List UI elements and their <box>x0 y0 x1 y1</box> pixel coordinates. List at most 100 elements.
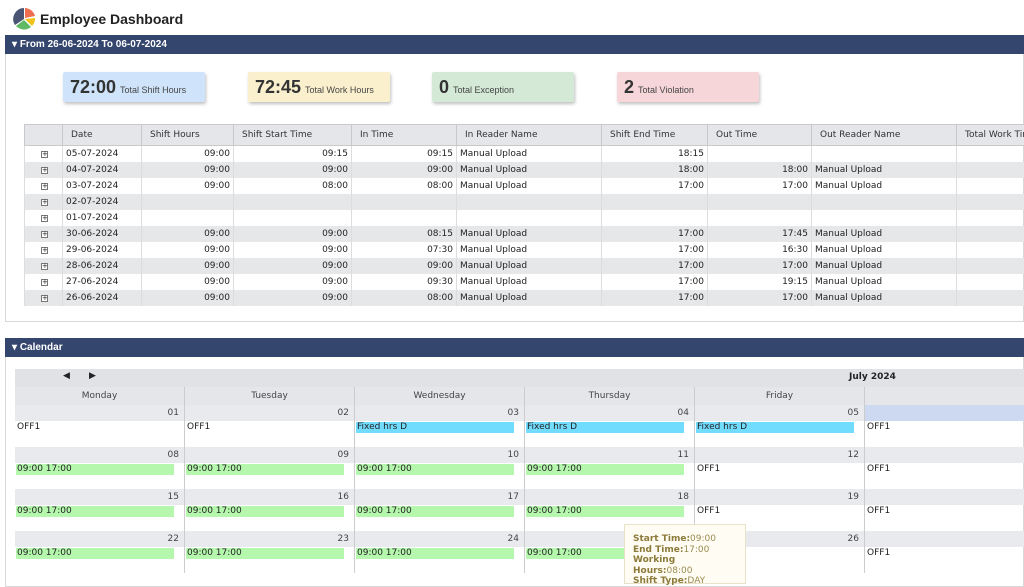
expand-row-icon[interactable]: + <box>41 167 48 174</box>
expand-row-icon[interactable]: + <box>41 231 48 238</box>
calendar-day-cell[interactable]: 03Fixed hrs D <box>355 405 525 447</box>
shift-event[interactable]: 09:00 17:00 <box>186 548 344 559</box>
calendar-day-cell[interactable]: 1709:00 17:00 <box>355 489 525 531</box>
day-header: Thursday <box>525 387 695 405</box>
calendar-day-cell[interactable]: 2309:00 17:00 <box>185 531 355 573</box>
expand-row-icon[interactable]: + <box>41 279 48 286</box>
expand-row-icon[interactable]: + <box>41 183 48 190</box>
expand-row-icon[interactable]: + <box>41 263 48 270</box>
table-row[interactable]: +04-07-202409:0009:0009:00Manual Upload1… <box>25 162 1024 178</box>
column-header[interactable]: Date <box>63 125 142 146</box>
shift-event[interactable]: OFF1 <box>186 422 344 433</box>
calendar-day-cell[interactable]: 04Fixed hrs D <box>525 405 695 447</box>
tooltip-line: Start Time:09:00 <box>633 534 737 545</box>
column-header[interactable]: In Reader Name <box>457 125 602 146</box>
shift-event[interactable]: 09:00 17:00 <box>356 506 514 517</box>
calendar-day-cell[interactable]: 05Fixed hrs D <box>695 405 865 447</box>
shift-event[interactable]: OFF1 <box>866 548 1024 559</box>
table-row[interactable]: +30-06-202409:0009:0008:15Manual Upload1… <box>25 226 1024 242</box>
shift-event[interactable]: 09:00 17:00 <box>16 548 174 559</box>
expand-row-icon[interactable]: + <box>41 151 48 158</box>
shift-event[interactable]: 09:00 17:00 <box>186 506 344 517</box>
calendar-month-label: July 2024 <box>849 372 896 382</box>
column-header[interactable]: Out Time <box>708 125 812 146</box>
calendar-day-cell[interactable]: 12OFF1 <box>695 447 865 489</box>
shift-event[interactable]: Fixed hrs D <box>696 422 854 433</box>
calendar-day-cell[interactable]: 1509:00 17:00 <box>15 489 185 531</box>
table-row[interactable]: +26-06-202409:0009:0008:00Manual Upload1… <box>25 290 1024 306</box>
expand-row-icon[interactable]: + <box>41 247 48 254</box>
date-range-panel-header[interactable]: ▾ From 26-06-2024 To 06-07-2024 <box>5 35 1024 54</box>
table-cell: 09:00 <box>142 274 234 290</box>
calendar-day-cell[interactable]: 01OFF1 <box>15 405 185 447</box>
table-cell: 17:45 <box>708 226 812 242</box>
column-header[interactable]: In Time <box>352 125 457 146</box>
column-header[interactable]: Total Work Time <box>957 125 1024 146</box>
column-header[interactable]: Shift Hours <box>142 125 234 146</box>
expand-cell[interactable]: + <box>25 274 63 290</box>
calendar-day-cell[interactable]: 2409:00 17:00 <box>355 531 525 573</box>
calendar-day-cell[interactable]: OFF1 <box>865 447 1024 489</box>
shift-event[interactable]: 09:00 17:00 <box>356 548 514 559</box>
expand-cell[interactable]: + <box>25 146 63 162</box>
shift-event[interactable]: OFF1 <box>866 422 1024 433</box>
column-header[interactable]: Shift Start Time <box>234 125 352 146</box>
expand-cell[interactable]: + <box>25 290 63 306</box>
expand-cell[interactable]: + <box>25 242 63 258</box>
shift-event[interactable]: 09:00 17:00 <box>16 506 174 517</box>
expand-cell[interactable]: + <box>25 162 63 178</box>
calendar-day-cell[interactable]: 1109:00 17:00 <box>525 447 695 489</box>
next-month-button[interactable]: ▶ <box>89 371 96 381</box>
table-cell: Manual Upload <box>812 274 957 290</box>
shift-event[interactable]: Fixed hrs D <box>356 422 514 433</box>
shift-event[interactable]: 09:00 17:00 <box>16 464 174 475</box>
calendar-day-cell[interactable]: OFF1 <box>865 489 1024 531</box>
day-header: Wednesday <box>355 387 525 405</box>
table-cell: 29-06-2024 <box>63 242 142 258</box>
shift-event[interactable]: OFF1 <box>16 422 174 433</box>
shift-event[interactable]: 09:00 17:00 <box>186 464 344 475</box>
table-row[interactable]: +03-07-202409:0008:0008:00Manual Upload1… <box>25 178 1024 194</box>
calendar-day-cell[interactable]: 0809:00 17:00 <box>15 447 185 489</box>
table-row[interactable]: +05-07-202409:0009:1509:15Manual Upload1… <box>25 146 1024 162</box>
shift-event[interactable]: 09:00 17:00 <box>526 464 684 475</box>
column-header[interactable]: Shift End Time <box>602 125 708 146</box>
table-row[interactable]: +28-06-202409:0009:0009:00Manual Upload1… <box>25 258 1024 274</box>
shift-event[interactable]: OFF1 <box>696 506 854 517</box>
shift-event[interactable]: OFF1 <box>696 464 854 475</box>
calendar-day-cell[interactable]: OFF1 <box>865 531 1024 573</box>
card-label: Total Work Hours <box>305 85 374 95</box>
calendar-panel-header[interactable]: ▾ Calendar <box>5 338 1024 357</box>
shift-event[interactable]: 09:00 17:00 <box>526 506 684 517</box>
calendar-day-cell[interactable]: 1009:00 17:00 <box>355 447 525 489</box>
shift-event[interactable]: 09:00 17:00 <box>356 464 514 475</box>
shift-event[interactable]: OFF1 <box>866 506 1024 517</box>
expand-cell[interactable]: + <box>25 178 63 194</box>
expand-cell[interactable]: + <box>25 258 63 274</box>
expand-row-icon[interactable]: + <box>41 199 48 206</box>
table-row[interactable]: +01-07-2024 <box>25 210 1024 226</box>
calendar-day-cell[interactable]: 1609:00 17:00 <box>185 489 355 531</box>
table-cell <box>957 210 1024 226</box>
prev-month-button[interactable]: ◀ <box>63 371 70 381</box>
shift-event[interactable]: OFF1 <box>866 464 1024 475</box>
table-cell: 09:00 <box>234 290 352 306</box>
table-row[interactable]: +02-07-2024 <box>25 194 1024 210</box>
calendar-day-cell[interactable]: 02OFF1 <box>185 405 355 447</box>
column-header[interactable]: Out Reader Name <box>812 125 957 146</box>
shift-event[interactable]: Fixed hrs D <box>526 422 684 433</box>
expand-row-icon[interactable]: + <box>41 215 48 222</box>
day-number: 16 <box>185 489 354 505</box>
expand-row-icon[interactable]: + <box>41 295 48 302</box>
calendar-day-cell[interactable]: 2209:00 17:00 <box>15 531 185 573</box>
card-label: Total Shift Hours <box>120 85 186 95</box>
table-row[interactable]: +27-06-202409:0009:0009:30Manual Upload1… <box>25 274 1024 290</box>
expand-cell[interactable]: + <box>25 226 63 242</box>
expand-cell[interactable]: + <box>25 194 63 210</box>
calendar-day-cell[interactable]: OFF1 <box>865 405 1024 447</box>
day-number: 12 <box>695 447 864 463</box>
calendar-day-cell[interactable]: 0909:00 17:00 <box>185 447 355 489</box>
table-row[interactable]: +29-06-202409:0009:0007:30Manual Upload1… <box>25 242 1024 258</box>
date-range-title: From 26-06-2024 To 06-07-2024 <box>20 39 167 50</box>
expand-cell[interactable]: + <box>25 210 63 226</box>
